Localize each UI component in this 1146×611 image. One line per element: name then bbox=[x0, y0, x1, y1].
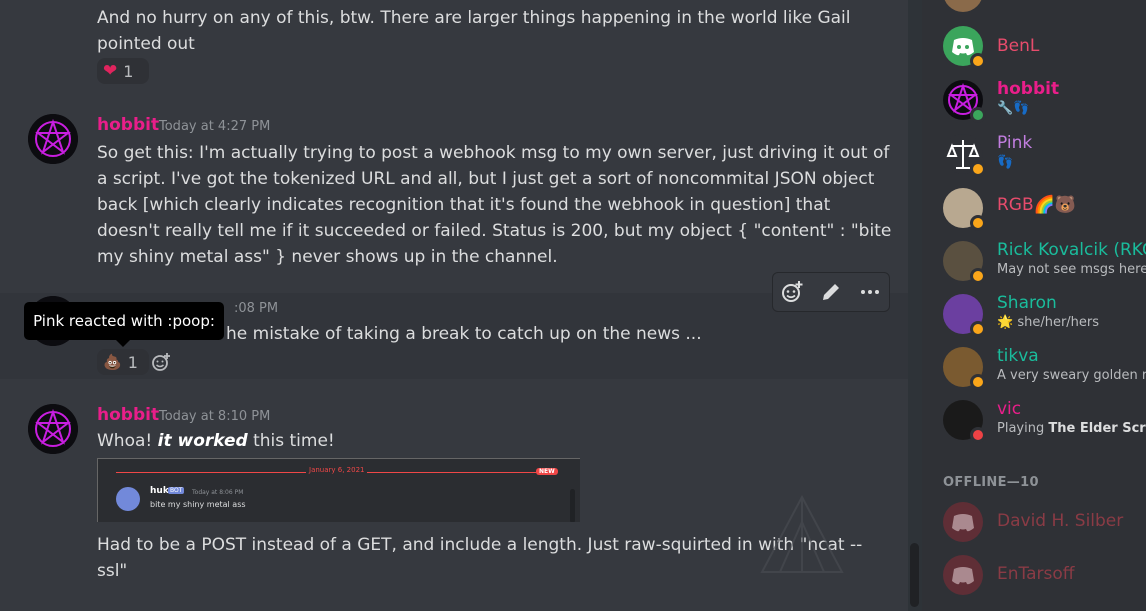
reaction-poop[interactable]: 💩 1 bbox=[97, 349, 149, 375]
member-name: tikva bbox=[997, 346, 1039, 366]
reaction-count: 1 bbox=[123, 61, 134, 81]
embed-message: bite my shiny metal ass bbox=[150, 500, 246, 509]
message-toolbar bbox=[772, 272, 890, 312]
more-options-icon[interactable] bbox=[855, 277, 885, 307]
cat-avatar bbox=[943, 400, 986, 443]
scales-icon bbox=[943, 134, 986, 177]
member-status: 🌟 she/her/hers bbox=[997, 315, 1100, 330]
member-name: vic bbox=[997, 399, 1022, 419]
add-reaction-icon[interactable] bbox=[777, 277, 807, 307]
message-text: back [which clearly indicates recognitio… bbox=[97, 195, 831, 215]
embed-timestamp: Today at 8:06 PM bbox=[192, 489, 244, 496]
avatar[interactable] bbox=[943, 0, 983, 12]
member-name: RGB🌈🐻 bbox=[997, 195, 1076, 215]
pentagram-icon bbox=[28, 114, 78, 164]
embed-scrollbar bbox=[570, 489, 575, 522]
member-activity: Playing The Elder Scrolls bbox=[997, 421, 1146, 436]
dnd-status-icon bbox=[970, 427, 986, 443]
online-status-icon bbox=[970, 107, 986, 123]
message-text-plain: this time! bbox=[247, 431, 335, 451]
member-item[interactable]: vic Playing The Elder Scrolls bbox=[922, 398, 1146, 448]
message-text: he mistake of taking a break to catch up… bbox=[226, 324, 702, 344]
avatar[interactable] bbox=[28, 114, 78, 164]
idle-status-icon bbox=[970, 53, 986, 69]
tooltip-arrow bbox=[116, 340, 130, 347]
idle-status-icon bbox=[970, 321, 986, 337]
pentagram-icon bbox=[943, 80, 986, 123]
activity-game: The Elder Scrolls bbox=[1048, 421, 1146, 436]
new-badge: NEW bbox=[536, 468, 558, 475]
message-timestamp: Today at 4:27 PM bbox=[159, 119, 271, 134]
message-timestamp: Today at 8:10 PM bbox=[159, 409, 271, 424]
member-status: A very sweary golden ret bbox=[997, 368, 1146, 383]
member-status: 👣 bbox=[997, 155, 1014, 170]
discord-logo-icon bbox=[943, 26, 986, 69]
date-divider: January 6, 2021 bbox=[306, 466, 368, 474]
member-item[interactable]: tikva A very sweary golden ret bbox=[922, 345, 1146, 395]
chat-area: And no hurry on any of this, btw. There … bbox=[0, 0, 908, 611]
member-item[interactable]: Pink 👣 bbox=[922, 132, 1146, 182]
message-text: Had to be a POST instead of a GET, and i… bbox=[97, 535, 863, 555]
chat-scrollbar-thumb[interactable] bbox=[910, 543, 919, 607]
member-item[interactable]: hobbit 🔧👣 bbox=[922, 78, 1146, 128]
member-list: BenL hobbit 🔧👣 Pink 👣 RGB🌈🐻 Rick Kovalci… bbox=[922, 0, 1146, 611]
watermark-icon bbox=[760, 494, 844, 573]
member-item[interactable]: RGB🌈🐻 bbox=[922, 186, 1146, 236]
message-text: And no hurry on any of this, btw. There … bbox=[97, 8, 851, 28]
message-text-bold-italic: it worked bbox=[157, 431, 248, 451]
idle-status-icon bbox=[970, 268, 986, 284]
activity-prefix: Playing bbox=[997, 421, 1049, 436]
message-timestamp: :08 PM bbox=[234, 301, 279, 316]
heart-icon: ❤ bbox=[103, 61, 118, 81]
member-name: Pink bbox=[997, 133, 1033, 153]
message-author[interactable]: hobbit bbox=[97, 115, 159, 135]
photo-avatar bbox=[943, 347, 986, 390]
idle-status-icon bbox=[970, 161, 986, 177]
member-item[interactable]: David H. Silber bbox=[922, 500, 1146, 550]
embedded-image[interactable]: January 6, 2021 NEW huk BOT Today at 8:0… bbox=[97, 458, 580, 522]
chat-scrollbar-track[interactable] bbox=[908, 0, 922, 611]
poop-icon: 💩 bbox=[103, 353, 122, 371]
member-status: 🔧👣 bbox=[997, 101, 1030, 116]
message-text: doesn't really tell me if it succeeded o… bbox=[97, 221, 892, 241]
member-name: Sharon bbox=[997, 293, 1057, 313]
discord-logo-icon bbox=[116, 487, 140, 511]
member-name: Rick Kovalcik (RKC bbox=[997, 240, 1146, 260]
member-item[interactable]: BenL bbox=[922, 24, 1146, 74]
bot-tag: BOT bbox=[168, 487, 185, 494]
reaction-count: 1 bbox=[127, 352, 138, 372]
pentagram-icon bbox=[28, 404, 78, 454]
embed-author: huk bbox=[150, 486, 169, 496]
message-text-plain: Whoa! bbox=[97, 431, 158, 451]
offline-header: OFFLINE—10 bbox=[943, 475, 1039, 490]
message-text: my shiny metal ass" } never shows up in … bbox=[97, 247, 558, 267]
member-item[interactable]: EnTarsoff bbox=[922, 553, 1146, 603]
message-author[interactable]: hobbit bbox=[97, 405, 159, 425]
discord-logo-icon bbox=[943, 555, 983, 595]
member-name: hobbit bbox=[997, 79, 1060, 99]
idle-status-icon bbox=[970, 215, 986, 231]
photo-avatar bbox=[943, 188, 986, 231]
member-name: BenL bbox=[997, 36, 1040, 56]
member-item[interactable]: Sharon 🌟 she/her/hers bbox=[922, 292, 1146, 342]
message-text: pointed out bbox=[97, 34, 195, 54]
idle-status-icon bbox=[970, 374, 986, 390]
add-reaction-icon[interactable] bbox=[151, 352, 171, 376]
reaction-heart[interactable]: ❤ 1 bbox=[97, 58, 149, 84]
member-status: May not see msgs here o bbox=[997, 262, 1146, 277]
message-text: ssl" bbox=[97, 561, 128, 581]
reaction-tooltip: Pink reacted with :poop: bbox=[24, 302, 224, 340]
discord-logo-icon bbox=[943, 502, 983, 542]
photo-avatar bbox=[943, 294, 986, 337]
member-name: David H. Silber bbox=[997, 511, 1124, 531]
message-text: Whoa! it worked this time! bbox=[97, 428, 335, 454]
member-name: EnTarsoff bbox=[997, 564, 1075, 584]
avatar[interactable] bbox=[28, 404, 78, 454]
member-item[interactable]: Rick Kovalcik (RKC May not see msgs here… bbox=[922, 239, 1146, 289]
message-text: So get this: I'm actually trying to post… bbox=[97, 143, 890, 163]
message-text: a script. I've got the tokenized URL and… bbox=[97, 169, 875, 189]
edit-icon[interactable] bbox=[816, 277, 846, 307]
photo-avatar bbox=[943, 241, 986, 284]
